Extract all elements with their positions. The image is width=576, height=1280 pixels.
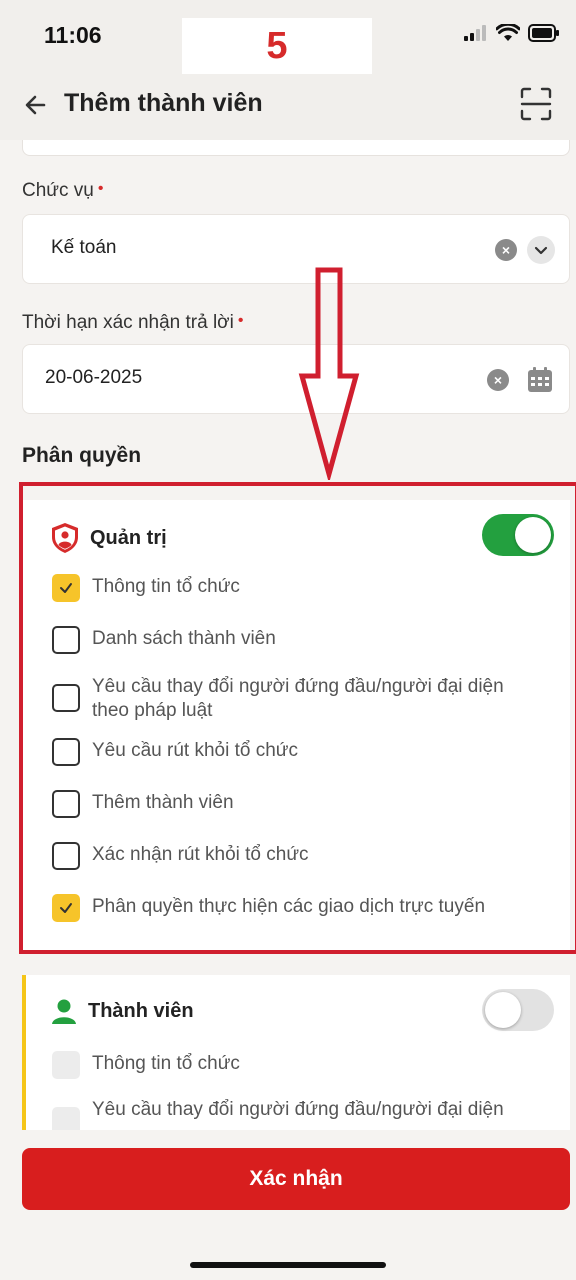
user-icon bbox=[52, 999, 76, 1024]
deadline-label: Thời hạn xác nhận trả lời • bbox=[22, 312, 244, 333]
member-permission-item: Thông tin tổ chức bbox=[52, 1051, 542, 1079]
toggle-knob bbox=[485, 992, 521, 1028]
back-arrow-icon[interactable] bbox=[22, 89, 54, 121]
step-badge: 5 bbox=[182, 18, 372, 74]
scan-icon[interactable] bbox=[520, 87, 552, 121]
clear-icon[interactable]: × bbox=[495, 239, 517, 261]
required-mark: • bbox=[97, 180, 104, 197]
member-role-header: Thành viên bbox=[50, 997, 194, 1025]
permissions-section-title: Phân quyền bbox=[22, 444, 142, 467]
member-role-toggle[interactable] bbox=[482, 989, 554, 1031]
checkbox-disabled bbox=[52, 1051, 80, 1079]
member-role-title: Thành viên bbox=[88, 999, 194, 1022]
deadline-value: 20-06-2025 bbox=[45, 367, 143, 388]
status-time: 11:06 bbox=[44, 22, 102, 48]
form-scroll-area[interactable]: Chức vụ • Kế toán × Thời hạn xác nhận trả… bbox=[0, 140, 576, 1130]
step-number: 5 bbox=[266, 25, 288, 67]
clear-icon[interactable]: × bbox=[487, 369, 509, 391]
signal-icon bbox=[464, 25, 486, 41]
member-role-card: Thành viên Thông tin tổ chức Yêu cầu tha… bbox=[22, 975, 570, 1130]
checkbox-disabled bbox=[52, 1107, 80, 1130]
required-mark: • bbox=[237, 312, 244, 329]
chevron-down-icon[interactable] bbox=[527, 236, 555, 264]
battery-icon bbox=[528, 24, 559, 42]
app-header: Thêm thành viên bbox=[0, 75, 576, 140]
page-title: Thêm thành viên bbox=[64, 89, 263, 117]
confirm-button[interactable]: Xác nhận bbox=[22, 1148, 570, 1210]
highlight-box bbox=[19, 482, 576, 954]
permission-label: Thông tin tổ chức bbox=[92, 1053, 240, 1074]
bottom-action-bar: Xác nhận bbox=[0, 1130, 576, 1280]
status-bar: 11:06 5 bbox=[0, 0, 576, 75]
status-icons bbox=[464, 24, 560, 42]
home-indicator bbox=[190, 1262, 386, 1268]
permission-label: Yêu cầu thay đổi người đứng đầu/người đạ… bbox=[92, 1099, 504, 1120]
position-value: Kế toán bbox=[51, 237, 117, 258]
position-label: Chức vụ • bbox=[22, 180, 104, 201]
calendar-icon[interactable] bbox=[527, 367, 553, 393]
member-permission-item: Yêu cầu thay đổi người đứng đầu/người đạ… bbox=[52, 1097, 542, 1130]
previous-field[interactable] bbox=[22, 140, 570, 156]
wifi-icon bbox=[496, 24, 520, 41]
annotation-arrow-icon bbox=[298, 267, 360, 480]
